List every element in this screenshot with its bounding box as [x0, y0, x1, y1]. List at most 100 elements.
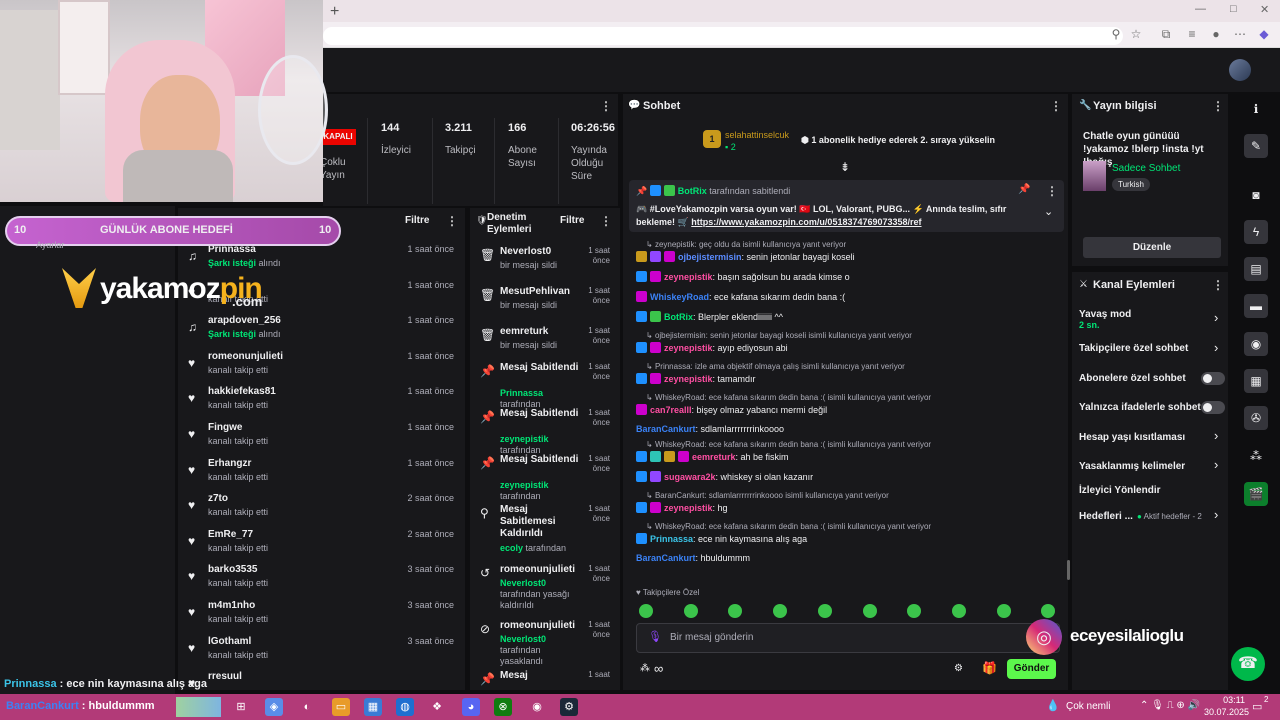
mod-action-row[interactable]: 🗑 Neverlost0 bir mesajı sildi 1 saat önce [472, 244, 618, 284]
favorite-star-icon[interactable]: ☆ [1128, 27, 1144, 43]
chat-username[interactable]: ojbejistermisin [678, 252, 742, 262]
activity-row[interactable]: ♥ Fingwe kanalı takip etti 1 saat önce [180, 418, 462, 453]
info-icon[interactable]: ℹ [1244, 97, 1268, 121]
app-icon[interactable]: ❖ [428, 698, 446, 716]
mod-action-row[interactable]: 📌 Mesaj Sabitlendi zeynepistik tarafından 1… [472, 452, 618, 501]
chat-username[interactable]: can7realll [650, 405, 692, 415]
chat-username[interactable]: Prinnassa [650, 534, 693, 544]
chat-message[interactable]: zeynepistik: hg [636, 502, 728, 513]
activity-row[interactable]: ♥ EmRe_77 kanalı takip etti 2 saat önce [180, 525, 462, 560]
mod-action-row[interactable]: ⊘ romeonunjulieti Neverlost0 tarafından ya… [472, 618, 618, 666]
activity-row[interactable]: ♥ romeonunjulieti kanalı takip etti 1 saat … [180, 347, 462, 382]
mod-action-user[interactable]: Neverlost0 [500, 578, 546, 588]
activity-row[interactable]: ♥ m4m1nho kanalı takip etti 3 saat önce [180, 596, 462, 631]
more-icon[interactable]: ⋯ [1232, 27, 1248, 43]
mod-action-row[interactable]: ⚲ Mesaj Sabitlemesi Kaldırıldı ecoly taraf… [472, 502, 618, 553]
slow-mode-label[interactable]: Yavaş mod [1079, 309, 1131, 320]
edge-icon[interactable]: ◍ [396, 698, 414, 716]
chat-message[interactable]: WhiskeyRoad: ece kafana sıkarım dedin ba… [636, 291, 845, 302]
followers-chat-label[interactable]: Takipçilere özel sohbet [1079, 343, 1188, 354]
activity-row[interactable]: ♥ barko3535 kanalı takip etti 3 saat önce [180, 560, 462, 595]
chat-username[interactable]: WhiskeyRoad [650, 292, 709, 302]
chat-message[interactable]: can7realll: bişey olmaz yabancı mermi de… [636, 404, 827, 415]
chat-scrollbar[interactable] [1067, 560, 1070, 580]
chat-username[interactable]: BaranCankurt [636, 424, 696, 434]
address-bar[interactable] [323, 27, 1123, 45]
pencil-icon[interactable]: ✎ [1244, 134, 1268, 158]
emote-icon[interactable] [639, 604, 653, 618]
chat-message[interactable]: ojbejistermisin: senin jetonlar bayagi k… [636, 251, 855, 262]
blerp-icon[interactable]: ⁂ [640, 663, 650, 674]
copilot-taskbar-icon[interactable]: ◈ [265, 698, 283, 716]
activity-user[interactable]: hakkiefekas81 [208, 386, 276, 397]
chat-message[interactable]: eemreturk: ah be fiskim [636, 451, 789, 462]
mod-filter-button[interactable]: Filtre [560, 215, 584, 226]
activity-user[interactable]: EmRe_77 [208, 529, 253, 540]
clock-date[interactable]: 30.07.2025 [1204, 707, 1249, 717]
chat-username[interactable]: zeynepistik [664, 343, 713, 353]
activity-row[interactable]: ♫ arapdoven_256 Şarkı isteği alındı 1 saat … [180, 311, 462, 346]
emote-icon[interactable] [996, 604, 1011, 618]
collections-icon[interactable]: ≡ [1184, 27, 1200, 43]
emote-icon[interactable] [862, 604, 877, 618]
chat-message[interactable]: zeynepistik: ayıp ediyosun abi [636, 342, 788, 353]
tray-icons[interactable]: ⌃ 🎙 ⎍ ⊕ 🔊 [1140, 700, 1200, 711]
camera-icon[interactable]: ◙ [1244, 183, 1268, 207]
copilot-icon[interactable]: ◆ [1256, 27, 1272, 43]
mic-icon[interactable]: 🎙 [648, 630, 662, 643]
pinned-link[interactable]: https://www.yakamozpin.com/u/05183747690… [691, 217, 921, 227]
mod-action-row[interactable]: 📌 Mesaj Sabitlendi zeynepistik tarafından 1… [472, 406, 618, 455]
activity-row[interactable]: ♥ z7to kanalı takip etti 2 saat önce [180, 489, 462, 524]
scroll-down-icon[interactable]: ⇟ [840, 160, 850, 174]
wrench-tool-icon[interactable]: ✇ [1244, 406, 1268, 430]
channel-actions-menu-icon[interactable]: ⋮ [1212, 278, 1224, 292]
browser-taskbar-icon[interactable]: ◐ [298, 698, 316, 716]
chat-message[interactable]: BaranCankurt: hbuldummm [636, 553, 750, 563]
chat-icon[interactable]: ▬ [1244, 294, 1268, 318]
category-name[interactable]: Sadece Sohbet [1112, 163, 1180, 174]
activity-menu-icon[interactable]: ⋮ [446, 214, 458, 228]
mod-action-user[interactable]: Neverlost0 [500, 634, 546, 644]
maximize-icon[interactable]: □ [1230, 3, 1237, 15]
activity-user[interactable]: Erhangzr [208, 458, 251, 469]
emote-icon[interactable] [951, 604, 966, 618]
chat-menu-icon[interactable]: ⋮ [1050, 99, 1062, 113]
banned-words-label[interactable]: Yasaklanmış kelimeler [1079, 461, 1185, 472]
mod-action-user[interactable]: ecoly [500, 543, 523, 553]
widget-thumbnail[interactable] [176, 697, 221, 717]
activity-user[interactable]: arapdoven_256 [208, 315, 281, 326]
file-explorer-icon[interactable]: ▭ [332, 698, 350, 716]
support-chat-icon[interactable]: ☎ [1231, 647, 1265, 681]
close-icon[interactable]: ✕ [1260, 3, 1269, 16]
chat-message[interactable]: zeynepistik: başın sağolsun bu arada kim… [636, 271, 850, 282]
blerp-rail-icon[interactable]: ⁂ [1244, 444, 1268, 468]
chevron-right-icon[interactable]: › [1214, 340, 1218, 355]
activity-user[interactable]: m4m1nho [208, 600, 255, 611]
chat-username[interactable]: zeynepistik [664, 272, 713, 282]
new-tab-button[interactable]: + [330, 3, 339, 21]
viewer-redirect-label[interactable]: İzleyici Yönlendir [1079, 485, 1161, 496]
subs-chat-toggle[interactable] [1201, 372, 1225, 385]
chevron-down-icon[interactable]: ⌄ [1044, 205, 1053, 218]
gift-user[interactable]: selahattinselcuk [725, 130, 789, 140]
activity-user[interactable]: rresuul [208, 671, 242, 682]
activity-row[interactable]: ♥ Erhangzr kanalı takip etti 1 saat önce [180, 454, 462, 489]
chevron-right-icon[interactable]: › [1214, 428, 1218, 443]
minimize-icon[interactable]: — [1195, 3, 1206, 15]
mod-action-user[interactable]: zeynepistik [500, 480, 549, 490]
clock-time[interactable]: 03:11 [1212, 695, 1245, 705]
avatar[interactable] [1229, 59, 1251, 81]
chevron-right-icon[interactable]: › [1214, 507, 1218, 522]
activity-filter-button[interactable]: Filtre [405, 215, 429, 226]
obs-icon[interactable]: ◉ [528, 698, 546, 716]
chat-username[interactable]: zeynepistik [664, 374, 713, 384]
stats-menu-icon[interactable]: ⋮ [600, 99, 612, 113]
chat-username[interactable]: eemreturk [692, 452, 736, 462]
stream-info-menu-icon[interactable]: ⋮ [1212, 99, 1224, 113]
task-view-icon[interactable]: ⊞ [232, 698, 250, 716]
gift-icon[interactable]: 🎁 [982, 661, 997, 675]
activity-row[interactable]: ♥ lGothaml kanalı takip etti 3 saat önce [180, 632, 462, 667]
emote-icon[interactable] [817, 604, 832, 618]
mod-action-row[interactable]: 🗑 MesutPehlivan bir mesajı sildi 1 saat önc… [472, 284, 618, 324]
chat-message[interactable]: Prinnassa: ece nin kaymasına alış aga [636, 533, 807, 544]
